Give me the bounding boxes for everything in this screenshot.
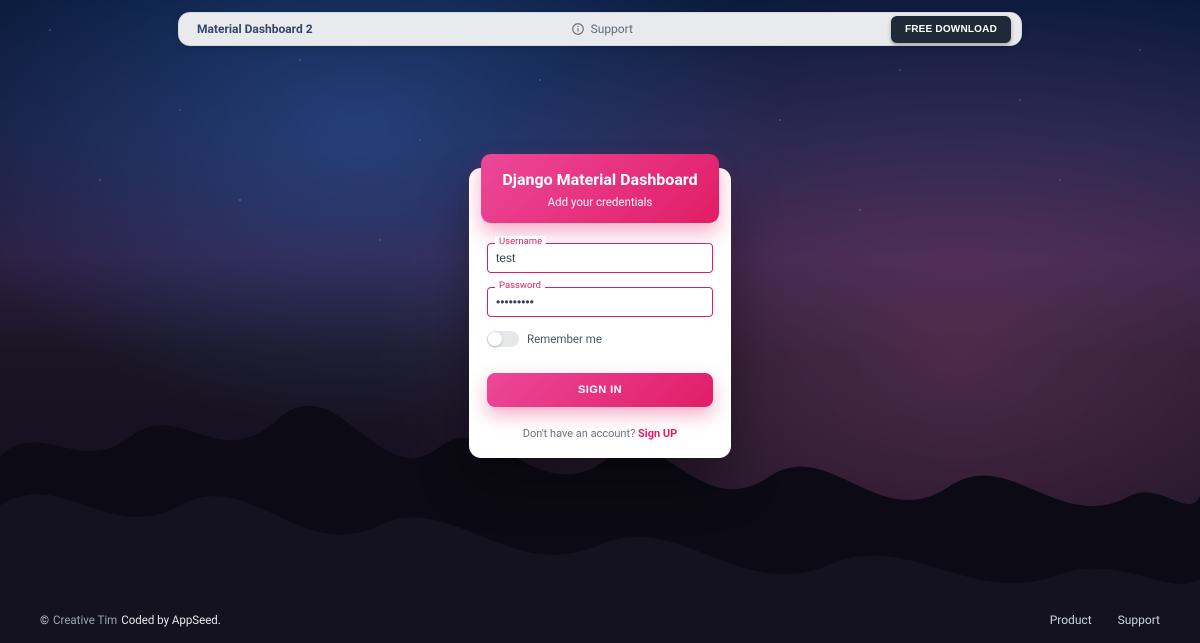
username-input[interactable] bbox=[487, 243, 713, 273]
nav-support-label: Support bbox=[591, 22, 633, 36]
username-field-wrapper: Username bbox=[487, 243, 713, 273]
login-title: Django Material Dashboard bbox=[493, 170, 707, 189]
login-subtitle: Add your credentials bbox=[493, 195, 707, 209]
brand-title: Material Dashboard 2 bbox=[189, 22, 313, 36]
footer: © Creative Tim Coded by AppSeed. Product… bbox=[40, 613, 1160, 627]
remember-me-label: Remember me bbox=[527, 332, 602, 346]
nav-support-link[interactable]: Support bbox=[313, 22, 891, 36]
footer-support-link[interactable]: Support bbox=[1118, 613, 1160, 627]
signup-row: Don't have an account? Sign UP bbox=[487, 427, 713, 440]
free-download-button[interactable]: FREE DOWNLOAD bbox=[891, 16, 1011, 43]
login-card: Django Material Dashboard Add your crede… bbox=[469, 168, 731, 458]
password-field-wrapper: Password bbox=[487, 287, 713, 317]
copyright-icon: © bbox=[40, 613, 49, 627]
footer-product-link[interactable]: Product bbox=[1050, 613, 1092, 627]
creative-tim-link[interactable]: Creative Tim bbox=[53, 613, 117, 627]
coded-by-text: Coded by AppSeed. bbox=[121, 613, 221, 627]
signup-prompt: Don't have an account? bbox=[523, 427, 638, 440]
login-card-header: Django Material Dashboard Add your crede… bbox=[481, 154, 719, 223]
footer-credits: © Creative Tim Coded by AppSeed. bbox=[40, 613, 221, 627]
sign-in-button[interactable]: SIGN IN bbox=[487, 373, 713, 407]
top-navbar: Material Dashboard 2 Support FREE DOWNLO… bbox=[178, 12, 1022, 46]
info-icon bbox=[571, 22, 585, 36]
remember-me-toggle[interactable] bbox=[487, 331, 519, 347]
sign-up-link[interactable]: Sign UP bbox=[638, 427, 677, 440]
username-label: Username bbox=[495, 236, 546, 247]
password-input[interactable] bbox=[487, 287, 713, 317]
password-label: Password bbox=[495, 280, 545, 291]
